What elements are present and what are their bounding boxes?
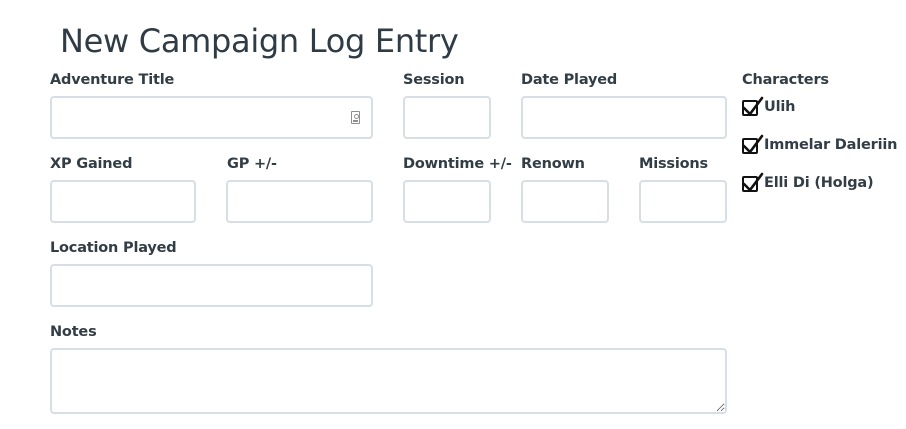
contact-card-icon[interactable] xyxy=(351,111,360,124)
session-label: Session xyxy=(403,72,465,88)
characters-label: Characters xyxy=(742,72,829,88)
character-name: Immelar Daleriin xyxy=(764,137,898,153)
location-played-input[interactable] xyxy=(50,264,373,307)
notes-label: Notes xyxy=(50,324,97,340)
checkbox-elli-di[interactable] xyxy=(742,172,764,192)
character-name: Elli Di (Holga) xyxy=(764,175,874,191)
missions-input[interactable] xyxy=(639,180,727,223)
adventure-title-label: Adventure Title xyxy=(50,72,175,88)
checkbox-immelar-daleriin[interactable] xyxy=(742,134,764,154)
xp-gained-label: XP Gained xyxy=(50,156,133,172)
adventure-title-input[interactable] xyxy=(50,96,373,139)
checkmark-icon xyxy=(742,172,764,192)
date-played-input[interactable] xyxy=(521,96,727,139)
page-title: New Campaign Log Entry xyxy=(60,22,459,60)
session-input[interactable] xyxy=(403,96,491,139)
checkmark-icon xyxy=(742,134,764,154)
notes-textarea[interactable] xyxy=(50,348,727,414)
checkbox-ulih[interactable] xyxy=(742,96,764,116)
character-name: Ulih xyxy=(764,99,796,115)
checkmark-icon xyxy=(742,96,764,116)
downtime-input[interactable] xyxy=(403,180,491,223)
xp-gained-input[interactable] xyxy=(50,180,196,223)
renown-label: Renown xyxy=(521,156,585,172)
date-played-label: Date Played xyxy=(521,72,618,88)
downtime-label: Downtime +/- xyxy=(403,156,512,172)
location-played-label: Location Played xyxy=(50,240,177,256)
gp-label: GP +/- xyxy=(227,156,277,172)
missions-label: Missions xyxy=(639,156,708,172)
gp-input[interactable] xyxy=(226,180,373,223)
renown-input[interactable] xyxy=(521,180,609,223)
